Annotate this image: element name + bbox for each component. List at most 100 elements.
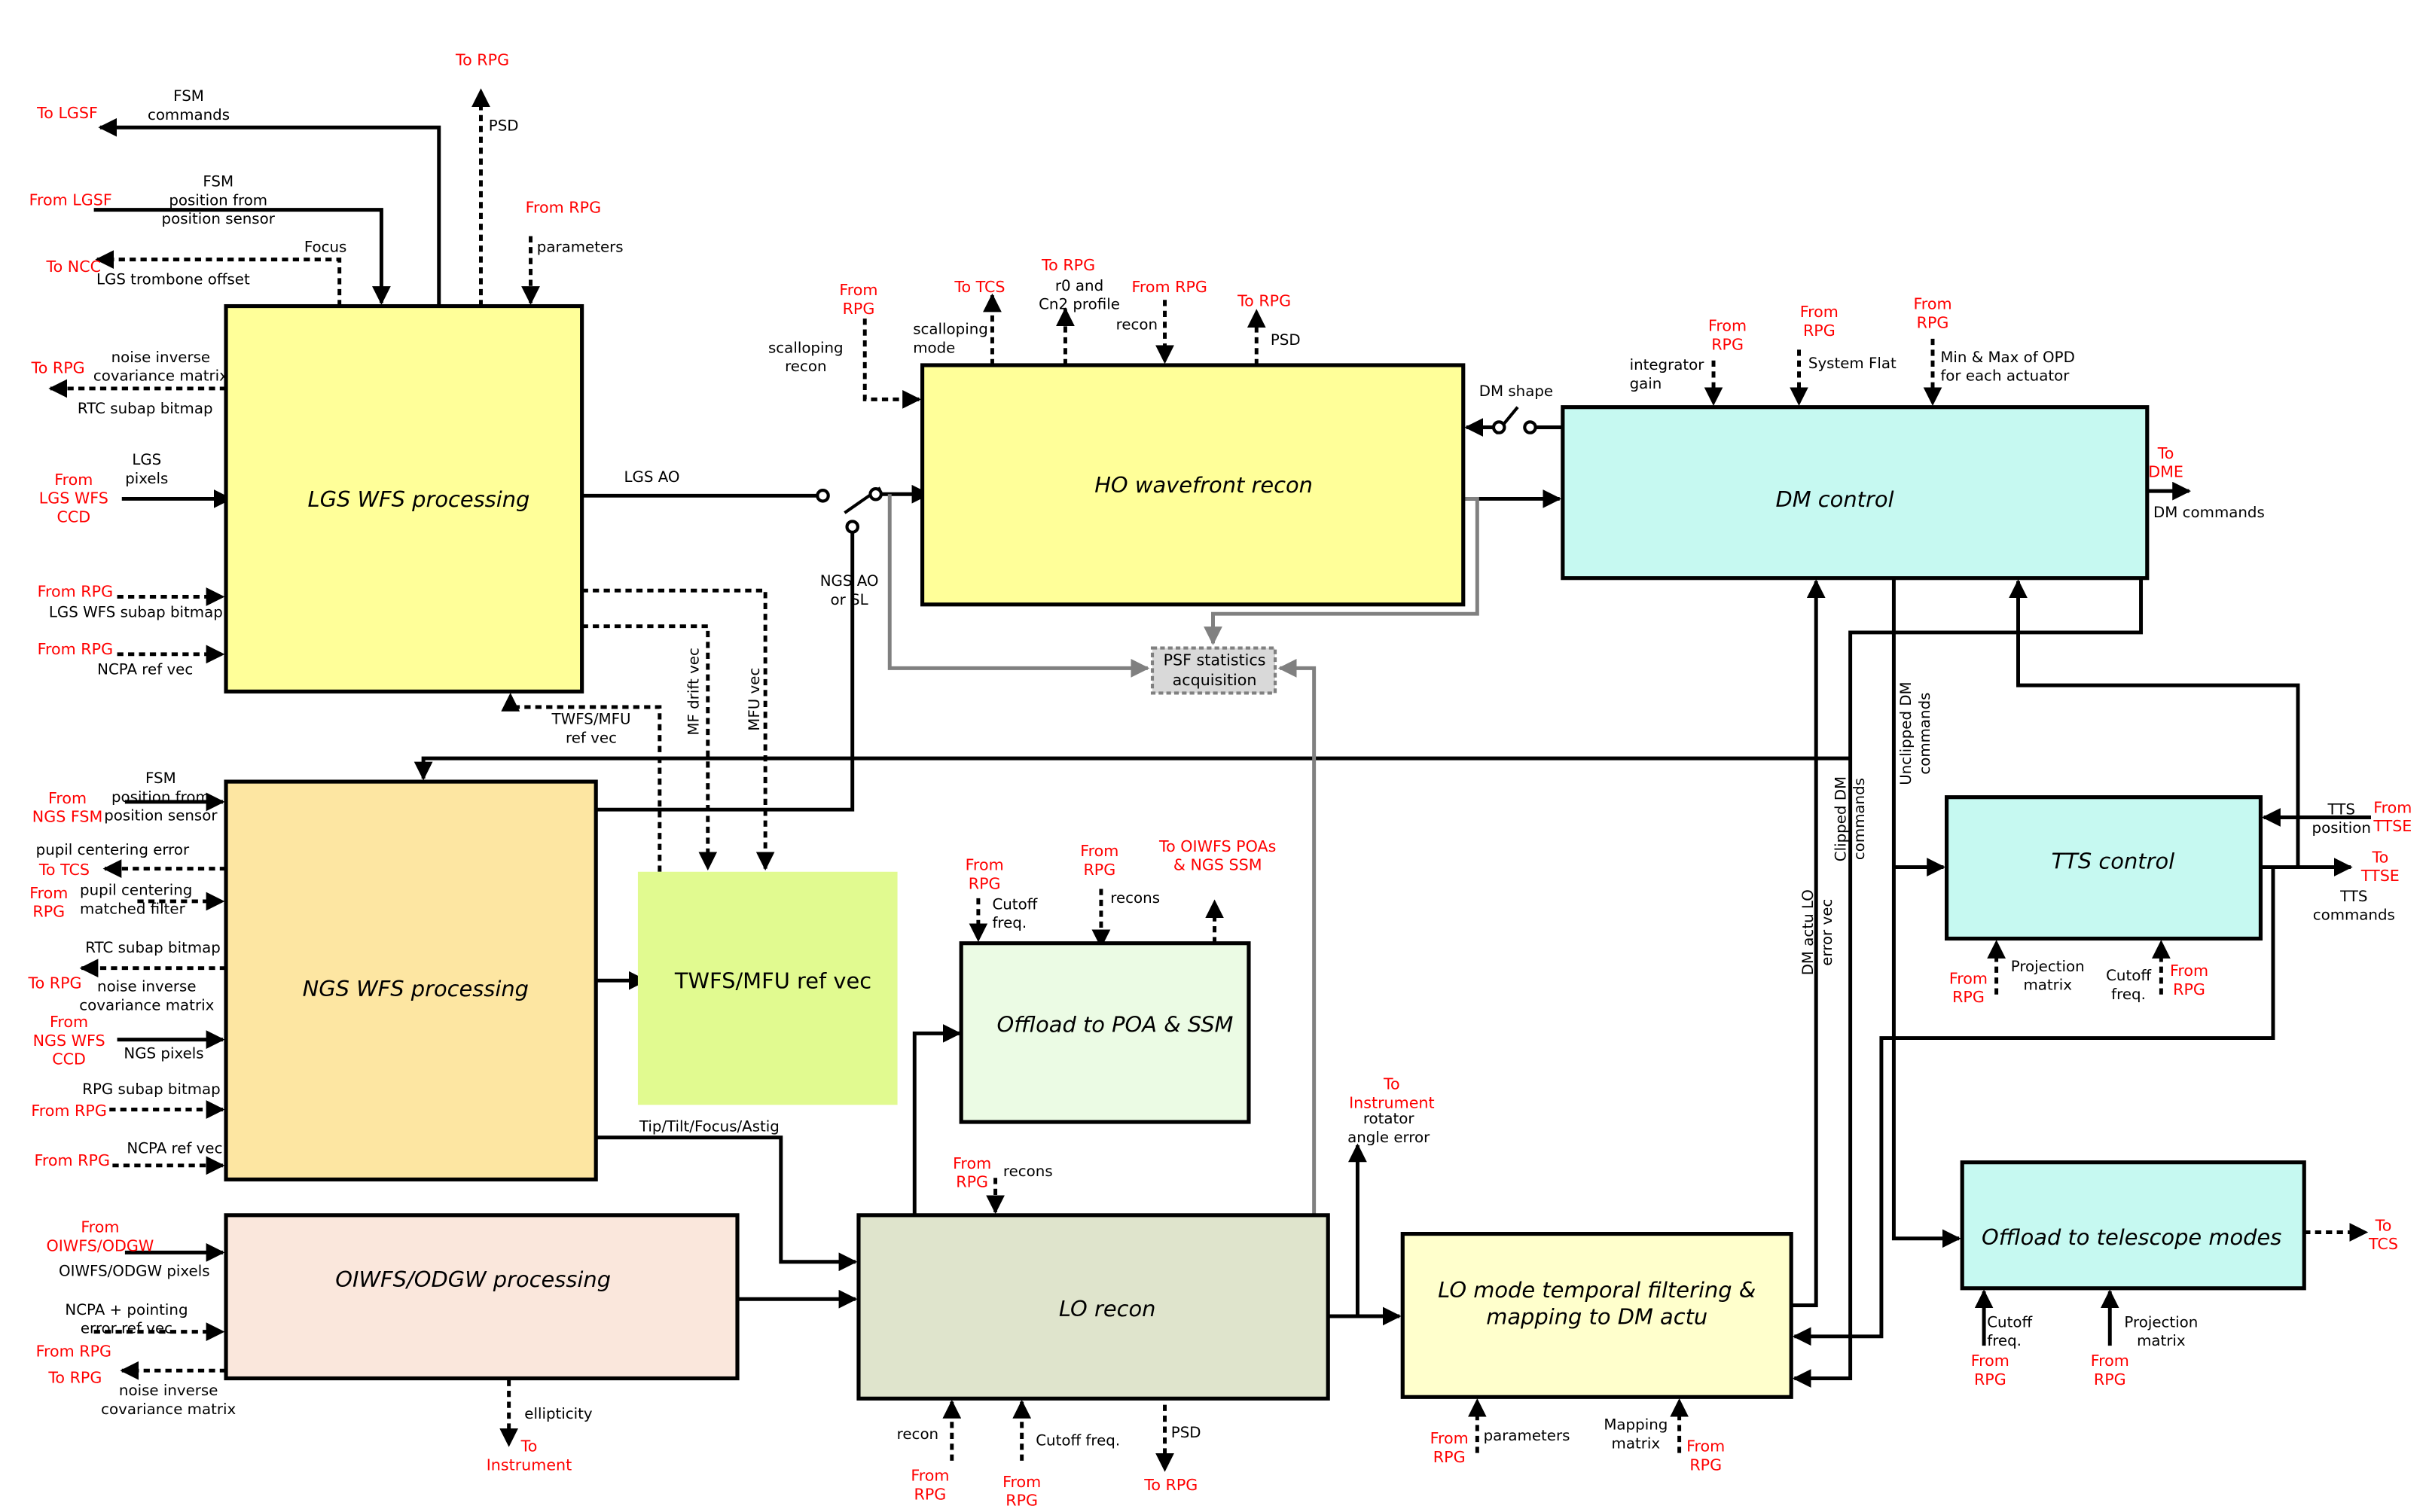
signal-label-fsm-commands: FSM [173,87,204,105]
endpoint-label-ho-from-rpg-recon: From RPG [1132,278,1207,296]
endpoint-label-ngs-from-rpg-ncpa: From RPG [35,1151,110,1169]
block-title-line: PSF statistics [1164,651,1266,669]
signal-label-cutoff-tts: Cutoff [2106,967,2152,984]
signal-label-proj-tts: matrix [2023,977,2072,994]
block-twfs-mfu-ref-vec[interactable]: TWFS/MFU ref vec [637,871,898,1105]
signal-label-cutoff-poa: freq. [992,914,1027,931]
signal-label-lgs-pixels: LGS [132,451,161,468]
endpoint-label-from-ttse: TTSE [2373,817,2412,835]
signal-label-ngs-noise: covariance matrix [79,996,214,1014]
block-ngs-wfs-processing[interactable]: NGS WFS processing [224,779,598,1181]
signal-label-unclipped-dm: commands [1916,693,1933,775]
endpoint-label-lo-to-rpg-psd: To RPG [1143,1476,1198,1494]
endpoint-label-from-ngs-ccd: NGS WFS [33,1032,105,1050]
block-title-line: LO mode temporal filtering & [1438,1277,1756,1303]
endpoint-label-from-lgs-ccd: From [54,471,93,489]
endpoint-label-to-tcs-tel: TCS [2368,1235,2398,1253]
block-title: LO recon [1059,1296,1156,1321]
endpoint-label-lo-from-rpg-recons: From [953,1154,991,1172]
endpoint-label-to-ttse: To [2371,848,2388,866]
block-tts-control[interactable]: TTS control [1944,795,2263,941]
endpoint-label-lgs-from-rpg-params: From RPG [526,199,601,217]
clipped-to-ngs-line [413,756,1851,781]
signal-label-mapping: matrix [1612,1434,1661,1452]
endpoint-label-to-instrument-rot: To [1383,1075,1400,1093]
block-title: NGS WFS processing [303,976,529,1001]
signal-label-ngs-pixels: NGS pixels [124,1044,203,1062]
endpoint-label-to-ttse: TTSE [2360,867,2400,885]
endpoint-label-lo-from-rpg-recon: From [911,1467,949,1485]
signal-label-lgs-pixels: pixels [125,470,168,487]
endpoint-label-tts-from-rpg-proj: From [1949,969,1988,987]
signal-label-rtc-subap-lgs: RTC subap bitmap [78,400,213,417]
block-lo-recon[interactable]: LO recon [856,1213,1330,1401]
block-title: DM control [1775,486,1894,512]
endpoint-label-tel-from-rpg-proj: RPG [2094,1370,2126,1389]
signal-label-tts-commands: commands [2313,907,2395,924]
block-lgs-wfs-processing[interactable]: LGS WFS processing [224,303,584,694]
signal-label-ngs-ao: NGS AO [820,572,879,590]
endpoint-label-from-ttse: From [2373,798,2412,816]
signal-label-pupil-mf: matched filter [80,900,186,917]
signal-label-integrator-gain: gain [1630,375,1662,392]
endpoint-label-to-dme: To [2157,444,2174,462]
signal-label-mfu-vec: MFU vec [746,668,763,731]
endpoint-label-poa-from-rpg-cutoff: RPG [969,874,1001,892]
signal-label-dm-actu-lo: error vec [1818,899,1836,966]
endpoint-label-tts-from-rpg-cutoff: From [2170,962,2208,980]
endpoint-label-ngs-from-rpg-mf: RPG [32,903,65,921]
endpoint-label-oi-from-rpg: From RPG [36,1343,111,1361]
endpoint-label-from-lgs-ccd: LGS WFS [39,489,108,508]
endpoint-label-to-lgsf: To LGSF [36,104,98,122]
endpoint-label-to-tcs-tel: To [2375,1216,2392,1234]
signal-label-dm-commands: DM commands [2153,504,2265,521]
signal-label-psd-lo: PSD [1171,1424,1201,1441]
signal-label-parameters-filt: parameters [1484,1427,1570,1444]
endpoint-label-from-oiwfs: From [81,1218,119,1236]
block-title: OIWFS/ODGW processing [335,1267,611,1292]
endpoint-label-from-ngs-ccd: From [50,1013,88,1031]
signal-label-min-max-opd: Min & Max of OPD [1940,349,2075,366]
endpoint-label-poa-from-rpg-recons: RPG [1083,861,1115,879]
block-title: HO wavefront recon [1094,472,1313,498]
signal-label-dm-actu-lo: DM actu LO [1799,889,1817,975]
endpoint-label-from-lgsf: From LGSF [29,191,112,209]
endpoint-label-dm-from-rpg-minmax: From [1913,295,1951,313]
dm-shape-switch[interactable] [1491,406,1537,435]
endpoint-label-ho-to-rpg-r0: To RPG [1041,256,1095,274]
endpoint-label-tel-from-rpg-cutoff: From [1971,1352,2009,1370]
signal-label-rotator: angle error [1347,1129,1430,1146]
block-offload-poa-ssm[interactable]: Offload to POA & SSM [959,941,1251,1124]
endpoint-label-ngs-from-rpg-bitmap: From RPG [31,1102,106,1120]
endpoint-label-from-oiwfs: OIWFS/ODGW [47,1236,154,1254]
signal-label-parameters-lgs: parameters [537,238,624,255]
endpoint-label-lgs-from-rpg-bitmap: From RPG [38,582,113,600]
ngs-ao-line [596,532,855,812]
block-title: Offload to telescope modes [1982,1224,2281,1250]
lgs-ngs-mode-switch[interactable] [816,486,883,534]
endpoint-label-lgs-to-rpg-psd: To RPG [455,51,509,69]
block-offload-telescope-modes[interactable]: Offload to telescope modes [1960,1160,2306,1291]
block-psf-statistics[interactable]: PSF statistics acquisition [1150,646,1277,695]
endpoint-label-dm-from-rpg-minmax: RPG [1917,313,1949,331]
endpoint-label-lo-from-rpg-recons: RPG [956,1173,988,1191]
signal-label-focus: Focus [304,238,347,255]
block-ho-wavefront-recon[interactable]: HO wavefront recon [920,363,1466,607]
signal-label-mapping: Mapping [1604,1416,1668,1434]
signal-label-recon-lo: recon [897,1425,938,1443]
signal-label-ncpa-lgs: NCPA ref vec [97,661,193,678]
block-lo-mode-filtering[interactable]: LO mode temporal filtering & mapping to … [1400,1232,1793,1399]
signal-label-fsm-commands: commands [148,106,230,123]
signal-label-fsm-position: position from [169,191,267,209]
lo-to-poa-line [912,1023,962,1215]
block-dm-control[interactable]: DM control [1561,405,2150,581]
signal-label-tip-tilt: Tip/Tilt/Focus/Astig [639,1117,780,1135]
signal-label-tts-position: position [2312,819,2371,837]
signal-label-lgs-noise: covariance matrix [93,367,228,385]
signal-label-recon-ho: recon [1116,316,1158,334]
signal-label-min-max-opd: for each actuator [1940,367,2070,385]
block-oiwfs-odgw-processing[interactable]: OIWFS/ODGW processing [224,1213,740,1381]
signal-label-pupil-mf: pupil centering [80,882,192,899]
signal-label-fsm-position: position sensor [162,210,276,227]
endpoint-label-ho-to-rpg-psd: To RPG [1237,292,1291,310]
